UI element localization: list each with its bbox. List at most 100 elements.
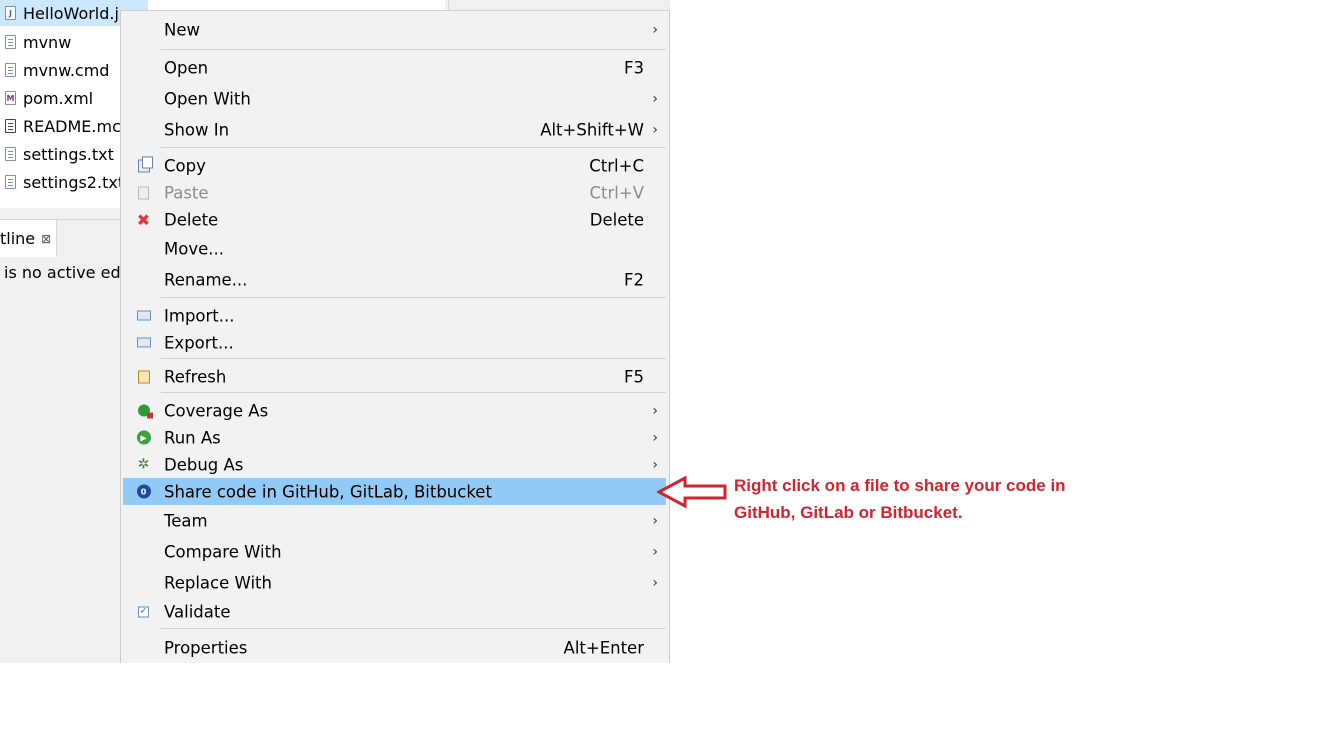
menu-item-label: Refresh bbox=[164, 367, 227, 386]
chevron-right-icon: › bbox=[652, 402, 658, 419]
file-icon bbox=[5, 63, 16, 77]
menu-item-validate[interactable]: ✓ Validate bbox=[123, 598, 666, 625]
file-icon bbox=[5, 175, 16, 189]
chevron-right-icon: › bbox=[652, 574, 658, 591]
paste-icon bbox=[136, 185, 151, 200]
menu-separator bbox=[161, 49, 666, 50]
file-item-pom[interactable]: M pom.xml bbox=[0, 85, 93, 111]
context-menu: New › Open F3 Open With › Show In Alt+Sh… bbox=[120, 10, 670, 663]
menu-item-shortcut: F3 bbox=[624, 58, 644, 77]
menu-item-show-in[interactable]: Show In Alt+Shift+W › bbox=[123, 116, 666, 143]
menu-item-run-as[interactable]: ▶ Run As › bbox=[123, 424, 666, 451]
annotation-line-2: GitHub, GitLab or Bitbucket. bbox=[734, 503, 963, 522]
copy-icon bbox=[136, 156, 153, 173]
menu-item-shortcut: F2 bbox=[624, 270, 644, 289]
menu-item-label: Export... bbox=[164, 333, 234, 352]
menu-item-shortcut: F5 bbox=[624, 367, 644, 386]
menu-item-debug-as[interactable]: ✲ Debug As › bbox=[123, 451, 666, 478]
menu-item-open-with[interactable]: Open With › bbox=[123, 85, 666, 112]
tab-outline[interactable]: tline ⊠ bbox=[0, 220, 57, 257]
menu-item-copy[interactable]: Copy Ctrl+C bbox=[123, 152, 666, 179]
menu-item-label: Replace With bbox=[164, 573, 272, 592]
menu-separator bbox=[161, 297, 666, 298]
file-name: HelloWorld.j bbox=[23, 3, 119, 23]
share-code-icon: 0 bbox=[136, 484, 151, 499]
menu-item-shortcut: Delete bbox=[589, 210, 644, 229]
menu-item-refresh[interactable]: Refresh F5 bbox=[123, 363, 666, 390]
file-name: pom.xml bbox=[23, 88, 94, 108]
chevron-right-icon: › bbox=[652, 512, 658, 529]
menu-item-shortcut: Alt+Enter bbox=[563, 638, 644, 657]
export-icon bbox=[136, 335, 151, 350]
menu-item-move[interactable]: Move... bbox=[123, 235, 666, 262]
menu-separator bbox=[161, 628, 666, 629]
import-icon bbox=[136, 308, 151, 323]
file-item-readme[interactable]: README.mc bbox=[0, 113, 121, 139]
menu-item-label: Validate bbox=[164, 602, 231, 621]
menu-item-team[interactable]: Team › bbox=[123, 507, 666, 534]
file-item-mvnw[interactable]: mvnw bbox=[0, 29, 71, 55]
menu-item-label: Share code in GitHub, GitLab, Bitbucket bbox=[164, 482, 492, 501]
menu-item-import[interactable]: Import... bbox=[123, 302, 666, 329]
menu-item-label: Show In bbox=[164, 120, 230, 139]
menu-item-properties[interactable]: Properties Alt+Enter bbox=[123, 634, 666, 661]
maven-pom-icon: M bbox=[5, 91, 16, 105]
debug-icon: ✲ bbox=[137, 456, 150, 473]
menu-item-label: Paste bbox=[164, 183, 209, 202]
file-name: settings2.txt bbox=[23, 172, 125, 192]
file-icon bbox=[5, 35, 16, 49]
file-name: mvnw bbox=[23, 32, 72, 52]
delete-icon: ✖ bbox=[136, 210, 151, 229]
menu-item-replace-with[interactable]: Replace With › bbox=[123, 569, 666, 596]
chevron-right-icon: › bbox=[652, 90, 658, 107]
chevron-right-icon: › bbox=[652, 456, 658, 473]
file-name: mvnw.cmd bbox=[23, 60, 110, 80]
chevron-right-icon: › bbox=[652, 429, 658, 446]
run-icon: ▶ bbox=[136, 430, 151, 445]
chevron-right-icon: › bbox=[652, 543, 658, 560]
file-icon bbox=[5, 147, 16, 161]
menu-item-coverage-as[interactable]: Coverage As › bbox=[123, 397, 666, 424]
annotation-line-1: Right click on a file to share your code… bbox=[734, 476, 1066, 495]
menu-item-label: Compare With bbox=[164, 542, 282, 561]
chevron-right-icon: › bbox=[652, 21, 658, 38]
menu-item-label: Import... bbox=[164, 306, 235, 325]
file-name: settings.txt bbox=[23, 144, 114, 164]
outline-empty-message: is no active edi bbox=[4, 263, 126, 282]
ide-window: J HelloWorld.j mvnw mvnw.cmd M pom.xml R… bbox=[0, 0, 670, 663]
menu-item-compare-with[interactable]: Compare With › bbox=[123, 538, 666, 565]
menu-item-label: Run As bbox=[164, 428, 221, 447]
tab-outline-label: tline bbox=[0, 229, 36, 248]
menu-separator bbox=[161, 147, 666, 148]
menu-item-paste[interactable]: Paste Ctrl+V bbox=[123, 179, 666, 206]
readme-file-icon bbox=[5, 119, 16, 133]
menu-item-label: Team bbox=[164, 511, 208, 530]
menu-item-shortcut: Alt+Shift+W bbox=[540, 120, 644, 139]
menu-item-new[interactable]: New › bbox=[123, 16, 666, 43]
menu-item-label: Rename... bbox=[164, 270, 248, 289]
menu-item-label: Open bbox=[164, 58, 209, 77]
menu-item-label: Copy bbox=[164, 156, 206, 175]
menu-item-delete[interactable]: ✖ Delete Delete bbox=[123, 206, 666, 233]
menu-item-label: Move... bbox=[164, 239, 224, 258]
menu-item-label: Coverage As bbox=[164, 401, 269, 420]
menu-item-rename[interactable]: Rename... F2 bbox=[123, 266, 666, 293]
menu-item-shortcut: Ctrl+V bbox=[589, 183, 644, 202]
menu-item-open[interactable]: Open F3 bbox=[123, 54, 666, 81]
close-icon[interactable]: ⊠ bbox=[41, 232, 51, 246]
file-item-mvnw-cmd[interactable]: mvnw.cmd bbox=[0, 57, 109, 83]
coverage-icon bbox=[136, 403, 153, 419]
menu-item-export[interactable]: Export... bbox=[123, 329, 666, 356]
chevron-right-icon: › bbox=[652, 121, 658, 138]
java-file-icon: J bbox=[5, 6, 16, 20]
file-item-settings2[interactable]: settings2.txt bbox=[0, 169, 124, 195]
menu-item-label: Delete bbox=[164, 210, 219, 229]
menu-item-share-code[interactable]: 0 Share code in GitHub, GitLab, Bitbucke… bbox=[123, 478, 666, 505]
menu-item-label: Debug As bbox=[164, 455, 244, 474]
menu-separator bbox=[161, 358, 666, 359]
menu-separator bbox=[161, 392, 666, 393]
validate-icon: ✓ bbox=[138, 606, 149, 617]
refresh-icon bbox=[136, 369, 151, 384]
file-item-settings[interactable]: settings.txt bbox=[0, 141, 114, 167]
menu-item-label: Open With bbox=[164, 89, 251, 108]
